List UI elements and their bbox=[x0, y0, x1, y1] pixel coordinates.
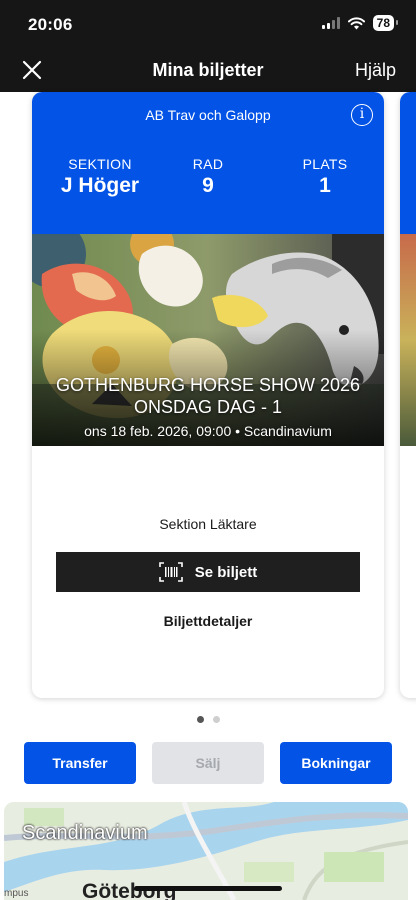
seat-place-value: 1 bbox=[319, 174, 331, 197]
battery-indicator: 78 bbox=[372, 15, 399, 31]
page-dot-2[interactable] bbox=[212, 716, 220, 723]
seat-row-value: 9 bbox=[202, 174, 214, 197]
sell-button[interactable]: Sälj bbox=[152, 742, 264, 784]
seat-section: SEKTION J Höger bbox=[50, 156, 150, 198]
previous-card-edge bbox=[0, 92, 2, 698]
seat-section-value: J Höger bbox=[60, 174, 140, 197]
home-indicator bbox=[134, 886, 282, 891]
top-bar: 20:06 78 Mina biljetter Hjälp bbox=[0, 0, 416, 92]
ticket-details-link[interactable]: Biljettdetaljer bbox=[32, 613, 384, 629]
cellular-signal-icon bbox=[321, 17, 340, 29]
seat-place: PLATS 1 bbox=[285, 156, 365, 198]
bookings-button[interactable]: Bokningar bbox=[280, 742, 392, 784]
section-text: Sektion Läktare bbox=[159, 516, 257, 532]
event-title-line-2: ONSDAG DAG - 1 bbox=[133, 397, 283, 417]
event-title-line-1: GOTHENBURG HORSE SHOW 2026 bbox=[55, 375, 361, 395]
page-dot-1[interactable] bbox=[196, 716, 204, 723]
organizer-name: AB Trav och Galopp bbox=[145, 107, 271, 123]
seat-row-label: RAD bbox=[192, 156, 224, 172]
map-edge-label: mpus bbox=[4, 888, 29, 899]
info-icon[interactable]: i bbox=[351, 104, 373, 126]
ticket-header: AB Trav och Galopp i SEKTION J Höger RAD… bbox=[32, 92, 384, 234]
ticket-card[interactable]: AB Trav och Galopp i SEKTION J Höger RAD… bbox=[32, 92, 384, 698]
see-ticket-label: Se biljett bbox=[194, 563, 258, 581]
page-title: Mina biljetter bbox=[152, 60, 264, 80]
status-time: 20:06 bbox=[28, 15, 73, 34]
seat-place-label: PLATS bbox=[302, 156, 348, 172]
pagination-dots bbox=[0, 716, 416, 723]
seat-row: RAD 9 bbox=[168, 156, 248, 198]
event-date-venue: ons 18 feb. 2026, 09:00 • Scandinavium bbox=[84, 423, 332, 439]
next-ticket-card[interactable] bbox=[400, 92, 416, 698]
event-title: GOTHENBURG HORSE SHOW 2026 ONSDAG DAG - … bbox=[32, 374, 384, 418]
barcode-icon bbox=[158, 562, 183, 582]
see-ticket-button[interactable]: Se biljett bbox=[56, 552, 360, 592]
help-link[interactable]: Hjälp bbox=[355, 60, 396, 81]
wifi-icon bbox=[347, 16, 365, 29]
map-venue-label: Scandinavium bbox=[22, 822, 148, 844]
transfer-button[interactable]: Transfer bbox=[24, 742, 136, 784]
status-icons: 78 bbox=[321, 15, 399, 31]
seat-section-label: SEKTION bbox=[68, 156, 132, 172]
